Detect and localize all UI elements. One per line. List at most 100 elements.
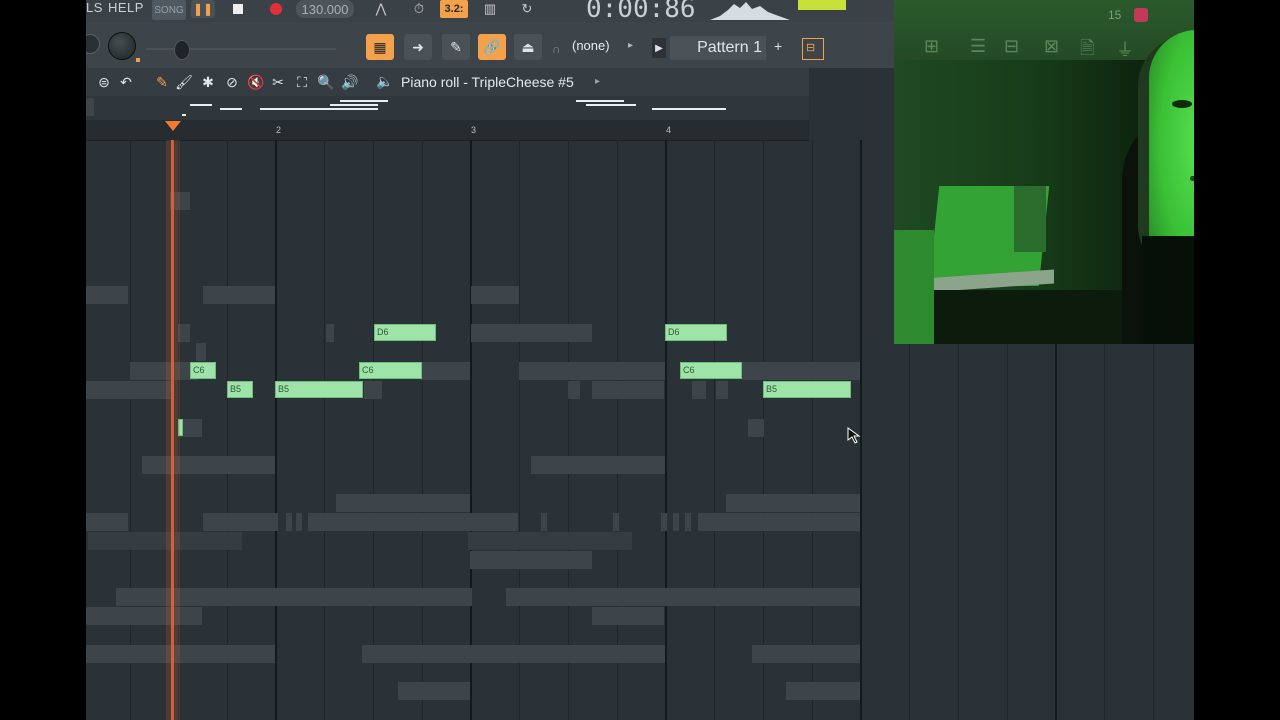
playhead-marker[interactable] bbox=[165, 121, 181, 131]
metronome-icon: ⋀ bbox=[375, 1, 387, 16]
note[interactable]: C6 bbox=[680, 362, 742, 379]
pattern-counter[interactable]: 3.2: bbox=[440, 0, 468, 18]
ruler-bar-2: 2 bbox=[276, 125, 282, 135]
select-tool-button[interactable]: ⛶ bbox=[292, 72, 312, 92]
tempo-display[interactable]: 130.000 bbox=[296, 0, 354, 18]
plug-icon: ⏏ bbox=[521, 38, 535, 55]
brush-icon: 🖌 bbox=[175, 73, 193, 90]
snap-button[interactable]: ⊟ bbox=[802, 38, 824, 60]
piano-roll-toolbar: ⊜ ↶ ✎ 🖌 ✱ ⊘ 🔇 ✂ ⛶ 🔍 🔊 🔈 Piano roll - Tri… bbox=[86, 68, 809, 96]
paint-tool-button[interactable]: 🖌 bbox=[174, 72, 194, 92]
note-label: D6 bbox=[668, 327, 680, 337]
toolbar-channel-icon: ☰ bbox=[970, 36, 987, 56]
record-button[interactable] bbox=[264, 0, 288, 18]
master-volume-knob[interactable] bbox=[86, 34, 100, 54]
playlist-arrow-button[interactable]: ➜ bbox=[404, 34, 432, 60]
slice-tool-button[interactable]: ✂ bbox=[268, 72, 288, 92]
playhead[interactable] bbox=[171, 140, 174, 720]
webcam-counter: 15 bbox=[1108, 8, 1122, 22]
loop-icon: ↻ bbox=[521, 1, 533, 16]
cpu-waveform-icon bbox=[710, 2, 790, 20]
paint-delete-tool-button[interactable]: ✱ bbox=[198, 72, 218, 92]
note[interactable]: B5 bbox=[275, 381, 363, 398]
piano-icon: ▦ bbox=[373, 38, 387, 55]
toolbar-browser-icon: ⊟ bbox=[1004, 36, 1020, 56]
menu-circle-icon: ⊜ bbox=[98, 73, 110, 90]
pause-icon: ❚❚ bbox=[192, 2, 214, 16]
menu-tools[interactable]: LS bbox=[86, 0, 103, 15]
note[interactable]: D6 bbox=[374, 324, 436, 341]
ruler-bar-3: 3 bbox=[471, 125, 477, 135]
note-preview-strip bbox=[86, 96, 809, 120]
knob-indicator bbox=[136, 58, 140, 62]
pencil-icon: ✎ bbox=[156, 73, 168, 90]
zoom-tool-button[interactable]: 🔍 bbox=[316, 72, 336, 92]
note-label: D6 bbox=[377, 327, 389, 337]
chevron-right-icon: ▸ bbox=[628, 40, 634, 51]
note[interactable]: B5 bbox=[227, 381, 253, 398]
webcam-record-icon bbox=[1134, 8, 1148, 22]
piano-roll-title: Piano roll - TripleCheese #5 bbox=[401, 74, 574, 90]
undo-button[interactable]: ↶ bbox=[116, 72, 136, 92]
cpu-meter bbox=[798, 0, 846, 10]
note[interactable]: C6 bbox=[359, 362, 422, 379]
master-pitch-knob[interactable] bbox=[108, 32, 136, 60]
record-icon bbox=[270, 3, 282, 15]
delete-icon: ⊘ bbox=[226, 73, 238, 90]
mute-tool-button[interactable]: 🔇 bbox=[246, 72, 266, 92]
piano-roll-button[interactable]: ▦ bbox=[366, 34, 394, 60]
brush-tool-button[interactable]: ✎ bbox=[442, 34, 470, 60]
plugin-picker-button[interactable]: ⏏ bbox=[514, 34, 542, 60]
toolbar-playlist-icon: ⊠ bbox=[1044, 36, 1060, 56]
stop-icon bbox=[233, 4, 243, 14]
song-mode-button[interactable]: SONG bbox=[152, 0, 186, 20]
link-icon: 🔗 bbox=[483, 38, 501, 55]
wait-for-input-button[interactable]: ⏱ bbox=[406, 0, 432, 18]
piano-roll-menu-button[interactable]: ⊜ bbox=[94, 72, 114, 92]
loop-record-button[interactable]: ↻ bbox=[514, 0, 540, 18]
snap-icon: ⊟ bbox=[806, 42, 816, 54]
mute-icon: 🔇 bbox=[247, 73, 265, 90]
brush-icon: ✎ bbox=[450, 38, 462, 55]
undo-icon: ↶ bbox=[120, 73, 132, 90]
zoom-icon: 🔍 bbox=[317, 73, 335, 90]
note[interactable]: D6 bbox=[665, 324, 727, 341]
pause-button[interactable]: ❚❚ bbox=[191, 0, 215, 18]
mouse-cursor-icon bbox=[847, 427, 861, 444]
slice-icon: ✂ bbox=[272, 73, 284, 90]
delete-tool-button[interactable]: ⊘ bbox=[222, 72, 242, 92]
link-button[interactable]: 🔗 bbox=[478, 34, 506, 60]
note[interactable]: B5 bbox=[763, 381, 851, 398]
metronome-button[interactable]: ⋀ bbox=[370, 0, 392, 18]
master-slider-handle[interactable] bbox=[174, 40, 190, 60]
headphones-icon: ∩ bbox=[552, 42, 561, 56]
fl-studio-window: LS HELP SONG ❚❚ 130.000 ⋀ ⏱ 3.2: ▥ ↻ 0:0… bbox=[86, 0, 1194, 720]
pattern-prev-button[interactable]: ▶ bbox=[652, 38, 666, 58]
stop-button[interactable] bbox=[226, 0, 250, 18]
timeline-ruler[interactable]: 2 3 4 bbox=[86, 120, 809, 141]
piano-keys-icon: ▥ bbox=[483, 1, 497, 16]
draw-tool-button[interactable]: ✎ bbox=[152, 72, 172, 92]
playback-tool-button[interactable]: 🔊 bbox=[340, 72, 360, 92]
play-small-icon: ▶ bbox=[655, 42, 663, 54]
select-icon: ⛶ bbox=[297, 73, 307, 90]
add-pattern-button[interactable]: + bbox=[774, 38, 782, 54]
title-chevron-icon: ▸ bbox=[595, 76, 601, 87]
note-label: B5 bbox=[766, 384, 778, 394]
webcam-overlay: 15 ⊞ ☰ ⊟ ⊠ 🗎 ⏚ 🛒 bbox=[894, 0, 1194, 344]
note-label: B5 bbox=[230, 384, 242, 394]
paint-delete-icon: ✱ bbox=[202, 73, 214, 90]
song-time-display: 0:00:86 bbox=[586, 0, 696, 24]
note[interactable]: C6 bbox=[190, 362, 216, 379]
menu-help[interactable]: HELP bbox=[108, 0, 144, 15]
typing-keyboard-button[interactable]: ▥ bbox=[478, 0, 502, 18]
note-label: C6 bbox=[193, 365, 205, 375]
clock-icon: ⏱ bbox=[413, 1, 425, 16]
speaker-icon: 🔊 bbox=[341, 73, 359, 90]
toolbar-mixer-icon: ⊞ bbox=[924, 36, 940, 56]
pattern-selector[interactable]: Pattern 1 bbox=[670, 36, 766, 60]
strip-scroll-left[interactable] bbox=[86, 98, 94, 116]
note-label: C6 bbox=[362, 365, 374, 375]
ruler-bar-4: 4 bbox=[666, 125, 672, 135]
note-label: C6 bbox=[683, 365, 695, 375]
